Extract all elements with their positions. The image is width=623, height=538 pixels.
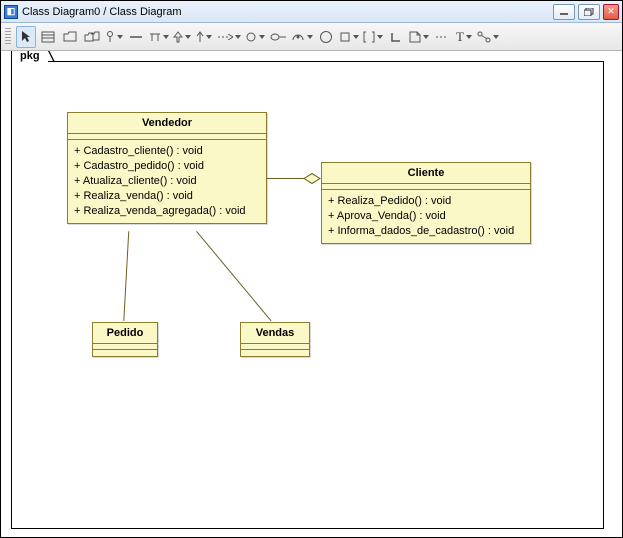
window-title: Class Diagram0 / Class Diagram bbox=[22, 6, 553, 18]
class-name: Vendas bbox=[241, 323, 309, 344]
maximize-button[interactable] bbox=[578, 4, 600, 20]
class-name: Vendedor bbox=[68, 113, 266, 134]
package-tab: pkg bbox=[11, 51, 49, 62]
package-label: pkg bbox=[20, 51, 40, 62]
window-titlebar: ◧ Class Diagram0 / Class Diagram ✕ bbox=[1, 1, 622, 23]
class-cliente[interactable]: Cliente + Realiza_Pedido() : void + Apro… bbox=[321, 162, 531, 244]
class-pedido[interactable]: Pedido bbox=[92, 322, 158, 357]
operation: + Informa_dados_de_cadastro() : void bbox=[328, 224, 524, 239]
window-controls: ✕ bbox=[553, 4, 619, 20]
oval-line-tool-button[interactable] bbox=[268, 26, 288, 48]
dotted-arrow-tool-button[interactable] bbox=[216, 26, 242, 48]
diagram-canvas[interactable]: pkg Vendedor + Cadastro_cliente() : void… bbox=[1, 51, 622, 537]
folder-tool-button[interactable] bbox=[60, 26, 80, 48]
operation: + Aprova_Venda() : void bbox=[328, 209, 524, 224]
arrow-up-tool-button[interactable] bbox=[172, 26, 192, 48]
package-frame: pkg Vendedor + Cadastro_cliente() : void… bbox=[11, 61, 604, 529]
class-operations: + Realiza_Pedido() : void + Aprova_Venda… bbox=[322, 190, 530, 243]
line-tool-button[interactable] bbox=[126, 26, 146, 48]
operation: + Atualiza_cliente() : void bbox=[74, 174, 260, 189]
class-name: Pedido bbox=[93, 323, 157, 344]
big-circle-tool-button[interactable] bbox=[316, 26, 336, 48]
operation: + Realiza_venda_agregada() : void bbox=[74, 204, 260, 219]
circle-tool-button[interactable] bbox=[244, 26, 266, 48]
operation: + Realiza_Pedido() : void bbox=[328, 194, 524, 209]
app-icon: ◧ bbox=[4, 5, 18, 19]
close-button[interactable]: ✕ bbox=[603, 4, 619, 20]
folders-tool-button[interactable] bbox=[82, 26, 102, 48]
toolbar-grip bbox=[5, 28, 11, 46]
pin-tool-button[interactable] bbox=[104, 26, 124, 48]
class-operations bbox=[93, 350, 157, 356]
half-circle-tool-button[interactable] bbox=[290, 26, 314, 48]
operation: + Realiza_venda() : void bbox=[74, 189, 260, 204]
list-tool-button[interactable] bbox=[38, 26, 58, 48]
select-tool-button[interactable] bbox=[16, 26, 36, 48]
class-vendedor[interactable]: Vendedor + Cadastro_cliente() : void + C… bbox=[67, 112, 267, 224]
corner-tool-button[interactable] bbox=[386, 26, 406, 48]
class-operations: + Cadastro_cliente() : void + Cadastro_p… bbox=[68, 140, 266, 223]
toolbar: T bbox=[1, 23, 622, 51]
dash-tool-button[interactable] bbox=[432, 26, 452, 48]
minimize-button[interactable] bbox=[553, 4, 575, 20]
class-name: Cliente bbox=[322, 163, 530, 184]
text-tool-button[interactable]: T bbox=[454, 26, 474, 48]
class-vendas[interactable]: Vendas bbox=[240, 322, 310, 357]
note-tool-button[interactable] bbox=[408, 26, 430, 48]
square-tool-button[interactable] bbox=[338, 26, 360, 48]
shelf-tool-button[interactable] bbox=[148, 26, 170, 48]
class-operations bbox=[241, 350, 309, 356]
operation: + Cadastro_pedido() : void bbox=[74, 159, 260, 174]
bracket-tool-button[interactable] bbox=[362, 26, 384, 48]
connector-tool-button[interactable] bbox=[476, 26, 500, 48]
up-small-tool-button[interactable] bbox=[194, 26, 214, 48]
operation: + Cadastro_cliente() : void bbox=[74, 144, 260, 159]
